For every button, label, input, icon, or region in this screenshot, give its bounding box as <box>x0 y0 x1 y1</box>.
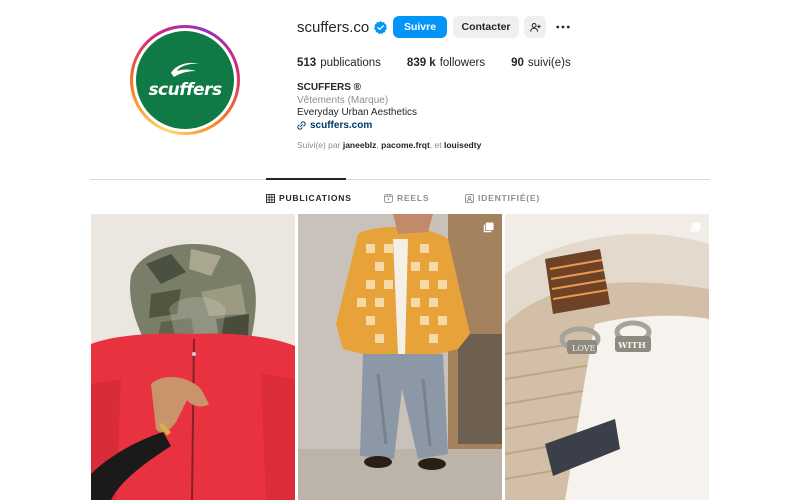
tagged-icon <box>465 193 474 203</box>
profile-avatar[interactable]: scuffers <box>136 31 234 129</box>
multiple-posts-icon <box>483 222 494 233</box>
following-count: 90 <box>511 57 524 69</box>
suggest-users-button[interactable] <box>524 16 546 38</box>
link-icon <box>297 121 306 130</box>
followed-by-user[interactable]: louisedty <box>444 140 481 150</box>
more-horizontal-icon <box>556 25 570 29</box>
following-label: suivi(e)s <box>527 57 571 69</box>
tabs-divider <box>90 179 710 180</box>
multiple-posts-icon <box>690 222 701 233</box>
person-plus-icon <box>529 22 541 32</box>
post-image <box>298 214 502 500</box>
followed-by-user[interactable]: janeeblz <box>343 140 377 150</box>
following-stat[interactable]: 90 suivi(e)s <box>511 56 571 70</box>
followed-by-and: , et <box>429 140 442 150</box>
tab-publications[interactable]: PUBLICATIONS <box>266 192 352 204</box>
followers-label: followers <box>439 57 486 69</box>
reels-icon <box>384 193 393 203</box>
post-tile[interactable]: LOVE WITH <box>505 214 709 500</box>
post-image: LOVE WITH <box>505 214 709 500</box>
verified-badge-icon <box>374 20 388 34</box>
post-tile[interactable] <box>91 214 295 500</box>
followers-count: 839 k <box>406 57 436 69</box>
profile-avatar-ring[interactable]: scuffers <box>130 25 240 135</box>
posts-count: 513 <box>297 57 317 69</box>
posts-label: publications <box>320 57 381 69</box>
followed-by-separator: , <box>376 140 379 150</box>
followed-by-prefix: Suivi(e) par <box>297 140 341 150</box>
tab-tagged[interactable]: IDENTIFIÉ(E) <box>465 192 540 204</box>
profile-full-name: SCUFFERS ® <box>297 82 362 93</box>
profile-website-text: scuffers.com <box>310 119 373 131</box>
profile-category: Vêtements (Marque) <box>297 94 389 106</box>
profile-tagline: Everyday Urban Aesthetics <box>297 107 418 118</box>
follow-button[interactable]: Suivre <box>393 16 447 38</box>
contact-button[interactable]: Contacter <box>453 16 519 38</box>
username-row: scuffers.co <box>297 16 388 38</box>
brand-swoosh-icon <box>171 62 199 77</box>
followed-by-user[interactable]: pacome.frqt <box>381 140 430 150</box>
grid-icon <box>266 193 275 203</box>
profile-username: scuffers.co <box>297 18 370 36</box>
more-options-button[interactable] <box>553 16 573 38</box>
post-tile[interactable] <box>298 214 502 500</box>
active-tab-indicator <box>266 178 346 180</box>
tab-publications-label: PUBLICATIONS <box>279 193 352 203</box>
followers-stat[interactable]: 839 k followers <box>407 56 485 70</box>
posts-count-stat: 513 publications <box>297 56 381 70</box>
avatar-logo-text: scuffers <box>148 80 222 100</box>
ring-engraving: LOVE <box>572 344 596 353</box>
tab-reels[interactable]: REELS <box>384 192 429 204</box>
tab-tagged-label: IDENTIFIÉ(E) <box>478 193 541 203</box>
ring-engraving: WITH <box>617 341 646 351</box>
tab-reels-label: REELS <box>397 193 430 203</box>
profile-bio: SCUFFERS ® Vêtements (Marque) Everyday U… <box>297 82 417 132</box>
followed-by[interactable]: Suivi(e) par janeeblz, pacome.frqt, et l… <box>297 140 481 150</box>
profile-website-link[interactable]: scuffers.com <box>297 120 417 133</box>
profile-stats: 513 publications 839 k followers 90 suiv… <box>297 56 597 70</box>
post-image <box>91 214 295 500</box>
